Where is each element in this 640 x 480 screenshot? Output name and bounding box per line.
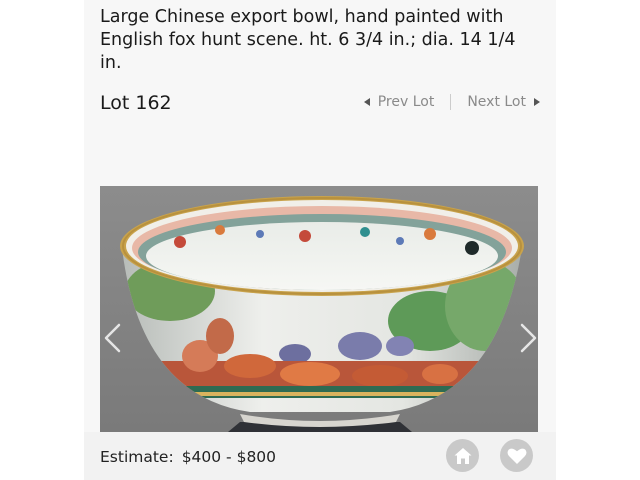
prev-lot-link[interactable]: Prev Lot	[363, 94, 435, 110]
carousel-prev-button[interactable]	[101, 322, 125, 354]
next-lot-link[interactable]: Next Lot	[467, 94, 540, 110]
nav-divider	[450, 94, 452, 110]
next-lot-label: Next Lot	[467, 94, 526, 110]
lot-navigation: Prev Lot Next Lot	[363, 94, 540, 110]
lot-photo[interactable]	[100, 186, 538, 432]
caret-right-icon	[534, 98, 540, 106]
chevron-left-icon	[104, 323, 121, 353]
chevron-right-icon	[520, 323, 537, 353]
prev-lot-label: Prev Lot	[377, 94, 435, 110]
heart-icon	[507, 448, 526, 464]
bowl-image	[100, 186, 538, 432]
carousel-next-button[interactable]	[516, 322, 540, 354]
lot-number: Lot 162	[100, 92, 172, 114]
estimate-label: Estimate:	[100, 448, 174, 466]
lot-title: Large Chinese export bowl, hand painted …	[100, 7, 516, 73]
caret-left-icon	[363, 98, 370, 106]
estimate-bar: Estimate: $400 - $800	[84, 432, 556, 480]
estimate: Estimate: $400 - $800	[100, 448, 276, 466]
estimate-value: $400 - $800	[181, 448, 277, 466]
home-icon	[454, 447, 471, 464]
home-button[interactable]	[446, 439, 479, 472]
favorite-button[interactable]	[500, 439, 533, 472]
